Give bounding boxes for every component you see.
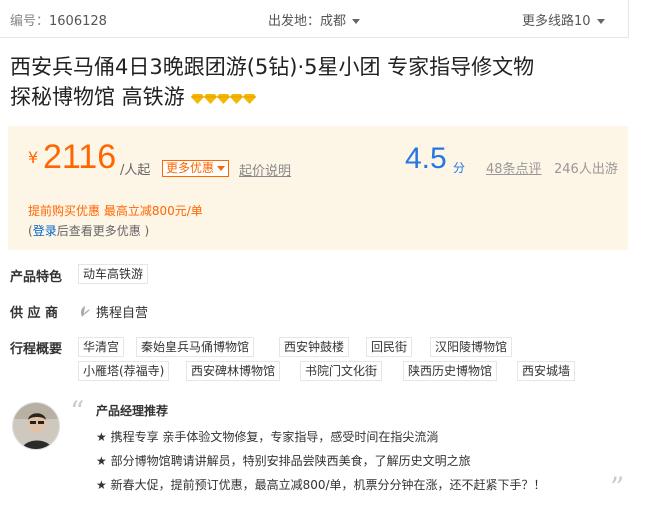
itinerary-spot[interactable]: 小雁塔(荐福寺) <box>78 361 170 381</box>
chevron-down-icon <box>217 166 226 171</box>
manager-recommend-line: ★ 新春大促，提前预订优惠，最高立减800/单，机票分分钟在涨，还不赶紧下手？！ <box>96 478 546 492</box>
more-routes-label: 更多线路10 <box>522 14 591 29</box>
product-code: 编号：1606128 <box>10 10 107 29</box>
product-title-line2: 探秘博物馆 高铁游 <box>10 85 185 109</box>
diamond-icon <box>229 94 243 104</box>
itinerary-spot[interactable]: 书院门文化街 <box>300 361 383 381</box>
diamond-icon <box>203 94 217 104</box>
early-booking-promo: 提前购买优惠 最高立减800元/单 <box>28 204 203 218</box>
manager-recommend-line: ★ 携程专享 亲手体验文物修复，专家指导，感受时间在指尖流淌 <box>96 430 439 444</box>
rating-score-unit: 分 <box>453 161 466 175</box>
travelers-count: 246人出游 <box>554 162 618 177</box>
top-info-bar: 编号：1606128 出发地：成都 更多线路10 <box>0 0 628 38</box>
price-value: 2116 <box>43 138 117 176</box>
itinerary-spot[interactable]: 华清宫 <box>78 337 125 357</box>
price-explain-link[interactable]: 起价说明 <box>239 160 291 179</box>
diamond-icon <box>216 94 230 104</box>
product-code-label: 编号： <box>10 14 50 29</box>
itinerary-spot[interactable]: 西安城墙 <box>517 361 576 381</box>
price-unit: /人起 <box>120 163 151 178</box>
login-link[interactable]: 登录 <box>33 224 57 238</box>
chevron-down-icon <box>352 19 361 24</box>
feature-tag: 动车高铁游 <box>78 264 149 284</box>
product-title: 西安兵马俑4日3晚跟团游(5钻)·5星小团 专家指导修文物 探秘博物馆 高铁游 <box>10 52 620 113</box>
open-quote-icon: “ <box>70 395 85 428</box>
more-discount-button[interactable]: 更多优惠 <box>162 160 230 177</box>
itinerary-label: 行程概要 <box>10 342 63 357</box>
manager-recommend-title: 产品经理推荐 <box>96 404 169 418</box>
itinerary-spot[interactable]: 秦始皇兵马俑博物馆 <box>136 337 255 357</box>
product-title-line1: 西安兵马俑4日3晚跟团游(5钻)·5星小团 专家指导修文物 <box>10 55 535 79</box>
close-quote-icon: ” <box>610 471 625 504</box>
product-code-value: 1606128 <box>49 14 107 29</box>
more-routes-dropdown[interactable]: 更多线路10 <box>522 10 605 29</box>
supplier-name-text: 携程自营 <box>96 306 149 321</box>
more-discount-label: 更多优惠 <box>166 161 215 175</box>
login-note-suffix: 后查看更多优惠 ) <box>56 224 150 238</box>
price-panel: ¥ 2116 /人起 更多优惠 起价说明 4.5 分 48条点评 246人出游 … <box>8 126 628 250</box>
itinerary-spot[interactable]: 回民街 <box>366 337 413 357</box>
supplier-label: 供 应 商 <box>10 306 59 321</box>
features-label: 产品特色 <box>10 270 63 285</box>
ctrip-leaf-icon <box>78 305 92 323</box>
avatar <box>12 402 60 450</box>
reviews-link[interactable]: 48条点评 <box>486 158 542 177</box>
rating-score: 4.5 <box>405 142 447 175</box>
itinerary-spot[interactable]: 陕西历史博物馆 <box>403 361 498 381</box>
supplier-name: 携程自营 <box>78 302 148 323</box>
itinerary-spot[interactable]: 西安碑林博物馆 <box>186 361 281 381</box>
chevron-down-icon <box>596 19 605 24</box>
diamond-rating <box>190 83 256 113</box>
departure-city-dropdown[interactable]: 出发地：成都 <box>268 10 361 29</box>
itinerary-spot[interactable]: 西安钟鼓楼 <box>279 337 350 357</box>
price-currency: ¥ <box>28 148 39 167</box>
itinerary-spot[interactable]: 汉阳陵博物馆 <box>430 337 513 357</box>
divider <box>628 0 629 38</box>
login-note: (登录后查看更多优惠 ) <box>28 222 149 239</box>
diamond-icon <box>190 94 204 104</box>
diamond-icon <box>242 94 256 104</box>
departure-city-label: 出发地：成都 <box>268 14 347 29</box>
manager-recommend-line: ★ 部分博物馆聘请讲解员，特别安排品尝陕西美食，了解历史文明之旅 <box>96 454 471 468</box>
